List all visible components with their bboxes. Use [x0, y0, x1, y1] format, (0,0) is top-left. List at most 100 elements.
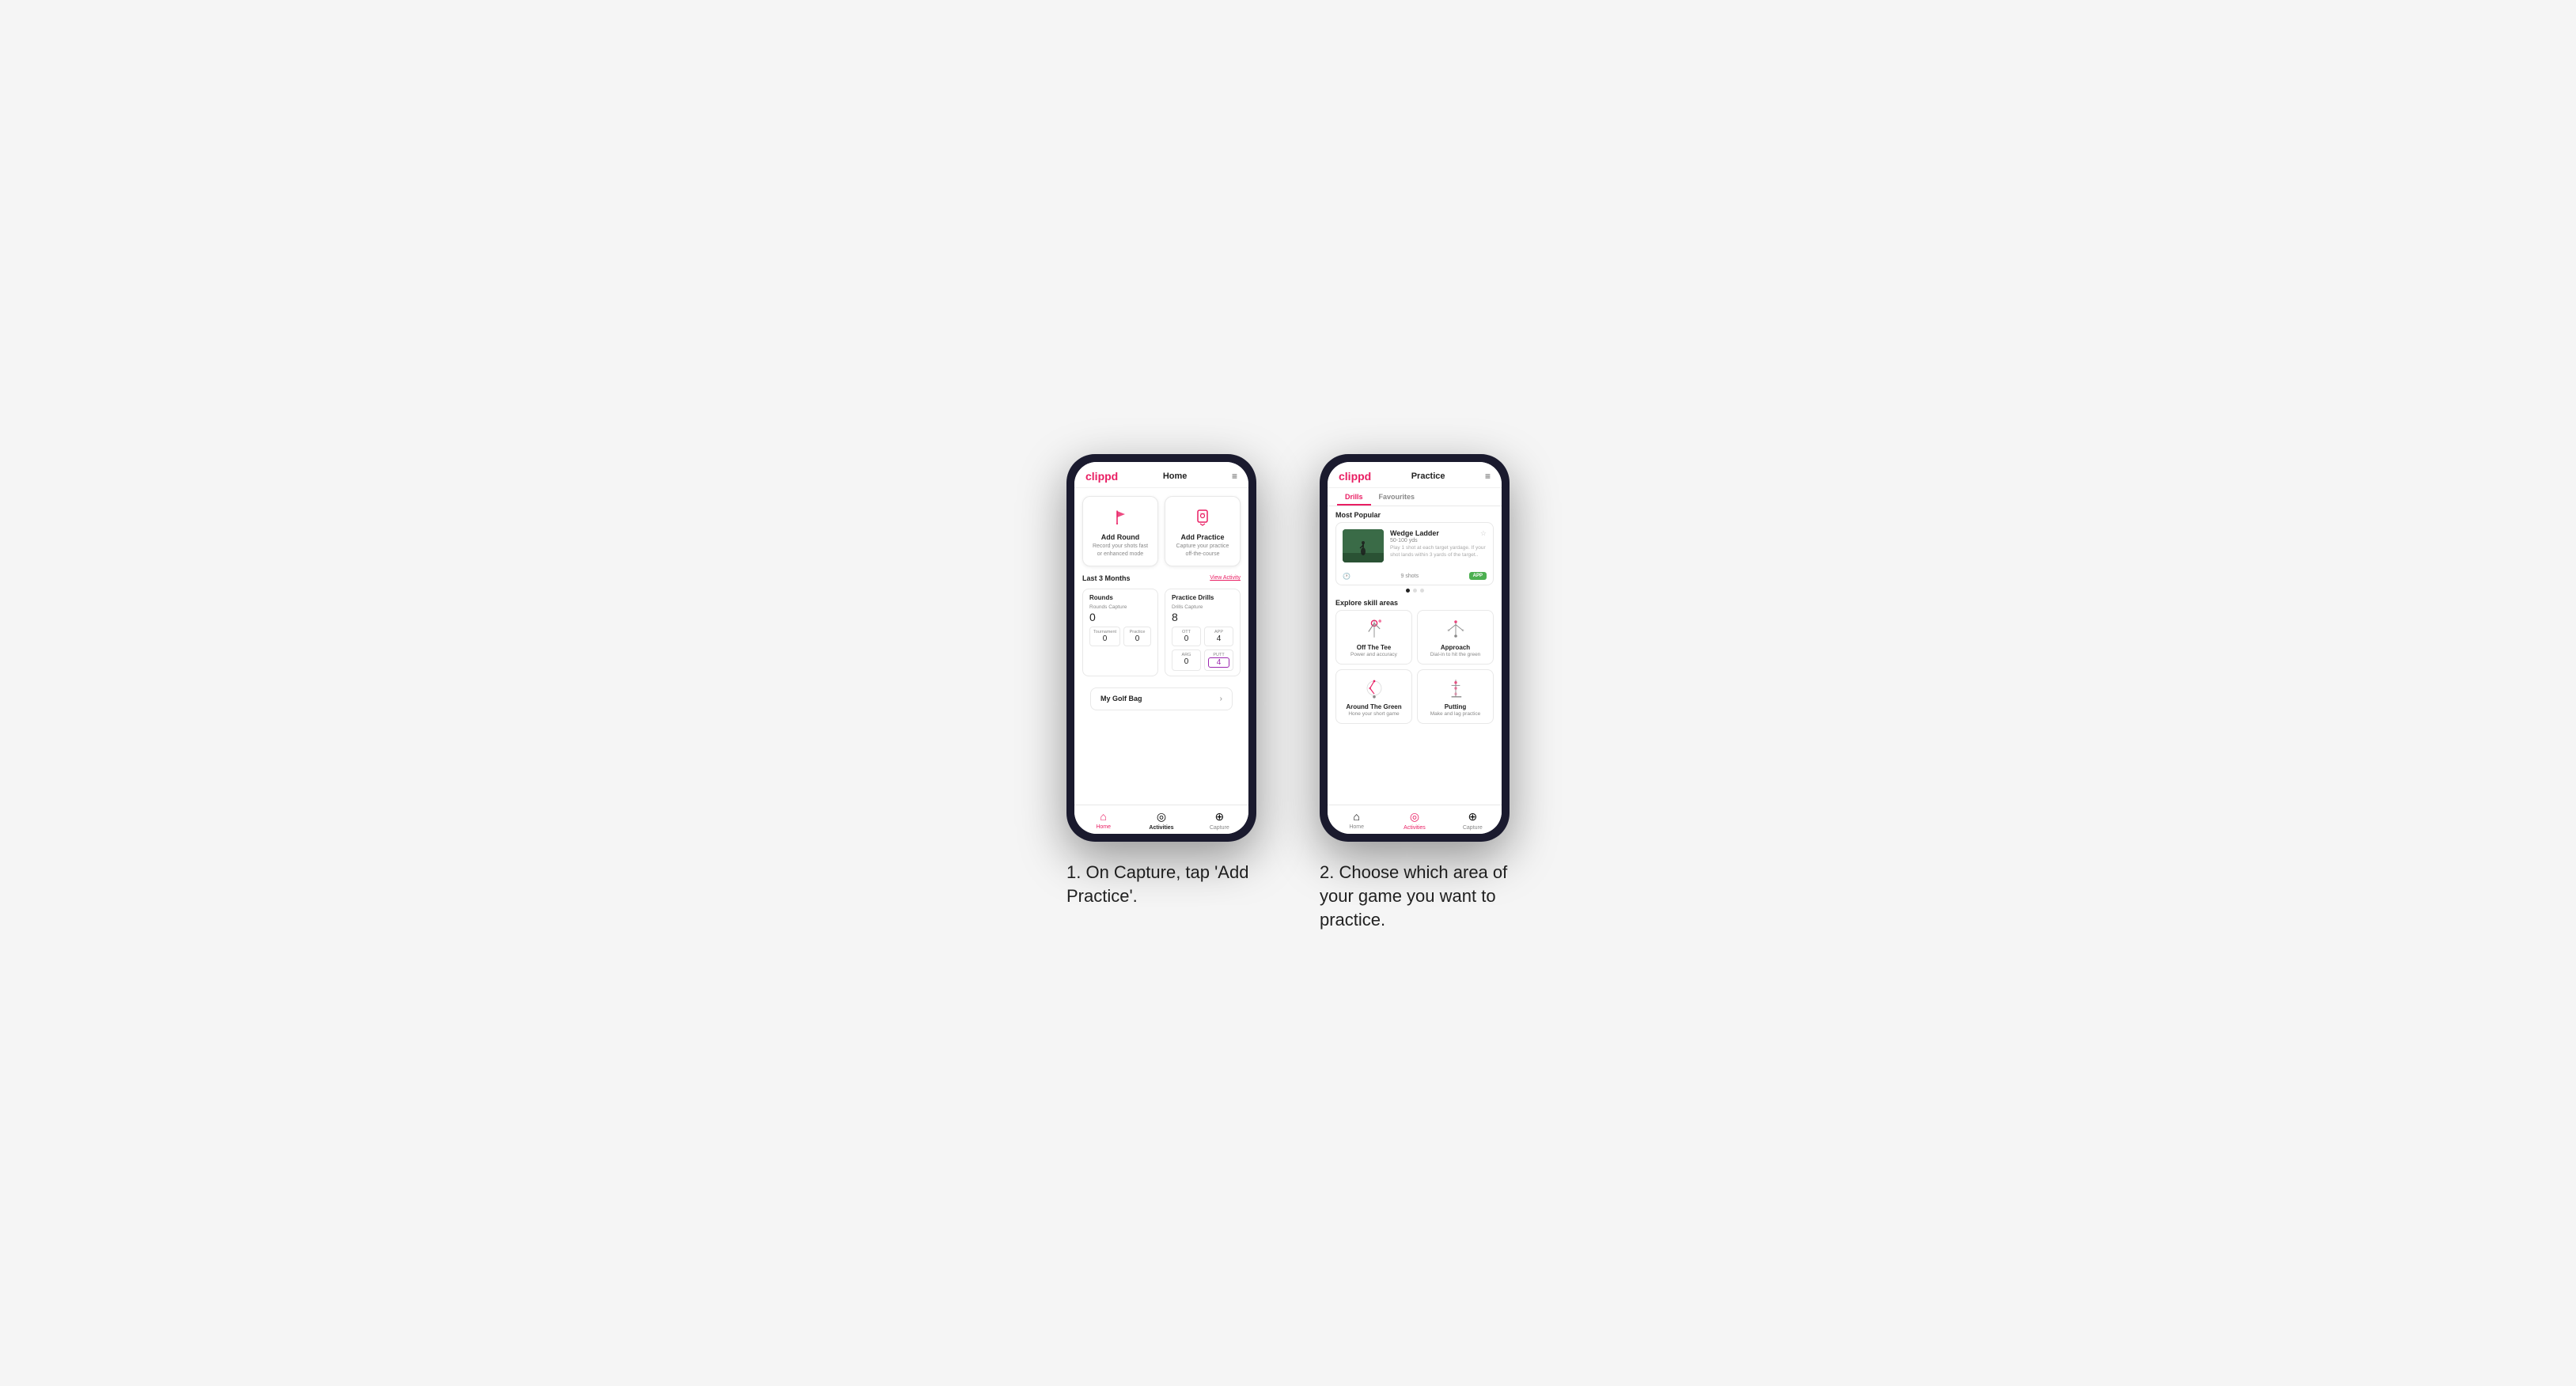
- capture-icon-2: ⊕: [1468, 810, 1477, 824]
- drills-sub-stats: OTT 0 APP 4 ARG 0: [1172, 627, 1233, 671]
- nav-activities-2[interactable]: ◎ Activities: [1385, 810, 1443, 831]
- bottom-nav-2: ⌂ Home ◎ Activities ⊕ Capture: [1328, 805, 1502, 834]
- last-3-months-header: Last 3 Months View Activity: [1074, 571, 1248, 585]
- golf-bag-label: My Golf Bag: [1100, 695, 1142, 702]
- app-value: 4: [1208, 634, 1229, 643]
- phone-frame-1: clippd Home ≡: [1066, 454, 1256, 842]
- practice-drills-title: Practice Drills: [1172, 594, 1233, 601]
- putt-value: 4: [1208, 657, 1229, 668]
- app-header-1: clippd Home ≡: [1074, 462, 1248, 488]
- app-box: APP 4: [1204, 627, 1233, 646]
- skill-grid: Off The Tee Power and accuracy: [1328, 610, 1502, 724]
- skill-card-approach[interactable]: Approach Dial-in to hit the green: [1417, 610, 1494, 665]
- star-icon: ☆: [1480, 529, 1487, 538]
- add-round-desc: Record your shots fast or enhanced mode: [1089, 543, 1151, 557]
- nav-home-2[interactable]: ⌂ Home: [1328, 810, 1385, 831]
- off-the-tee-name: Off The Tee: [1357, 644, 1391, 651]
- featured-drill-card[interactable]: Wedge Ladder ☆ 50-100 yds Play 1 shot at…: [1335, 522, 1494, 585]
- hamburger-icon-2[interactable]: ≡: [1485, 471, 1491, 482]
- app-header-2: clippd Practice ≡: [1328, 462, 1502, 488]
- app-logo-2: clippd: [1339, 470, 1371, 483]
- putt-label: PUTT: [1208, 653, 1229, 657]
- skill-card-off-the-tee[interactable]: Off The Tee Power and accuracy: [1335, 610, 1412, 665]
- featured-yardage: 50-100 yds: [1390, 538, 1487, 543]
- phones-container: clippd Home ≡: [1066, 454, 1510, 931]
- phone-screen-2: clippd Practice ≡ Drills Favourites Most…: [1328, 462, 1502, 834]
- practice-label: Practice: [1127, 630, 1147, 634]
- featured-footer: 🕐 9 shots APP: [1336, 569, 1493, 585]
- approach-icon: [1441, 617, 1470, 641]
- nav-home-label-1: Home: [1096, 824, 1111, 830]
- phone-frame-2: clippd Practice ≡ Drills Favourites Most…: [1320, 454, 1510, 842]
- nav-activities-1[interactable]: ◎ Activities: [1132, 810, 1190, 831]
- nav-home-1[interactable]: ⌂ Home: [1074, 810, 1132, 831]
- explore-label: Explore skill areas: [1328, 596, 1502, 610]
- chevron-right-icon: ›: [1220, 695, 1222, 703]
- app-logo-1: clippd: [1085, 470, 1118, 483]
- drills-capture-label: Drills Capture: [1172, 604, 1233, 610]
- add-round-card[interactable]: Add Round Record your shots fast or enha…: [1082, 496, 1158, 566]
- arg-box: ARG 0: [1172, 649, 1201, 671]
- ott-value: 0: [1176, 634, 1197, 643]
- off-the-tee-icon: [1360, 617, 1388, 641]
- practice-icon: [1190, 505, 1215, 530]
- practice-value: 0: [1127, 634, 1147, 643]
- tab-drills[interactable]: Drills: [1337, 488, 1371, 506]
- clock-icon: 🕐: [1343, 573, 1351, 580]
- phone-section-2: clippd Practice ≡ Drills Favourites Most…: [1320, 454, 1510, 931]
- around-the-green-name: Around The Green: [1346, 703, 1401, 710]
- phone-section-1: clippd Home ≡: [1066, 454, 1256, 907]
- app-badge: APP: [1469, 572, 1487, 580]
- activities-icon-2: ◎: [1410, 810, 1419, 824]
- tournament-label: Tournament: [1093, 630, 1116, 634]
- caption-1: 1. On Capture, tap 'Add Practice'.: [1066, 861, 1256, 907]
- putt-box: PUTT 4: [1204, 649, 1233, 671]
- phone-screen-1: clippd Home ≡: [1074, 462, 1248, 834]
- dot-3: [1420, 589, 1424, 593]
- nav-activities-label-2: Activities: [1404, 825, 1426, 831]
- activities-icon-1: ◎: [1157, 810, 1166, 824]
- carousel-dots: [1328, 585, 1502, 596]
- drill-image-bg: [1343, 529, 1384, 562]
- skill-card-putting[interactable]: Putting Make and lag practice: [1417, 669, 1494, 724]
- putting-name: Putting: [1445, 703, 1467, 710]
- stats-area: Rounds Rounds Capture 0 Tournament 0 Pra…: [1074, 585, 1248, 680]
- rounds-sub-stats: Tournament 0 Practice 0: [1089, 627, 1151, 646]
- nav-capture-2[interactable]: ⊕ Capture: [1444, 810, 1502, 831]
- flag-icon: [1108, 505, 1133, 530]
- skill-card-around-the-green[interactable]: Around The Green Hone your short game: [1335, 669, 1412, 724]
- off-the-tee-desc: Power and accuracy: [1351, 652, 1397, 657]
- featured-title: Wedge Ladder: [1390, 529, 1439, 537]
- rounds-title: Rounds: [1089, 594, 1151, 601]
- hamburger-icon-1[interactable]: ≡: [1232, 471, 1237, 482]
- nav-capture-1[interactable]: ⊕ Capture: [1191, 810, 1248, 831]
- drills-capture-value: 8: [1172, 611, 1233, 623]
- action-cards: Add Round Record your shots fast or enha…: [1074, 488, 1248, 570]
- nav-activities-label-1: Activities: [1149, 825, 1173, 831]
- add-practice-title: Add Practice: [1180, 533, 1224, 541]
- view-activity-link[interactable]: View Activity: [1210, 575, 1241, 581]
- practice-drills-box: Practice Drills Drills Capture 8 OTT 0 A…: [1165, 589, 1241, 676]
- nav-home-label-2: Home: [1349, 824, 1364, 830]
- featured-desc: Play 1 shot at each target yardage. If y…: [1390, 545, 1487, 559]
- add-practice-desc: Capture your practice off-the-course: [1172, 543, 1233, 557]
- approach-desc: Dial-in to hit the green: [1430, 652, 1481, 657]
- bottom-nav-1: ⌂ Home ◎ Activities ⊕ Capture: [1074, 805, 1248, 834]
- rounds-box: Rounds Rounds Capture 0 Tournament 0 Pra…: [1082, 589, 1158, 676]
- around-the-green-icon: [1360, 676, 1388, 700]
- rounds-capture-label: Rounds Capture: [1089, 604, 1151, 610]
- featured-drill-image: [1343, 529, 1384, 562]
- tab-favourites[interactable]: Favourites: [1371, 488, 1423, 506]
- tournament-box: Tournament 0: [1089, 627, 1120, 646]
- tabs-row: Drills Favourites: [1328, 488, 1502, 506]
- app-title-2: Practice: [1411, 471, 1445, 481]
- arg-value: 0: [1176, 657, 1197, 666]
- nav-capture-label-1: Capture: [1210, 825, 1229, 831]
- nav-capture-label-2: Capture: [1463, 825, 1483, 831]
- ott-box: OTT 0: [1172, 627, 1201, 646]
- shots-label: 9 shots: [1401, 574, 1419, 579]
- approach-name: Approach: [1441, 644, 1470, 651]
- home-icon-1: ⌂: [1100, 810, 1106, 823]
- add-practice-card[interactable]: Add Practice Capture your practice off-t…: [1165, 496, 1241, 566]
- golf-bag-row[interactable]: My Golf Bag ›: [1090, 687, 1233, 710]
